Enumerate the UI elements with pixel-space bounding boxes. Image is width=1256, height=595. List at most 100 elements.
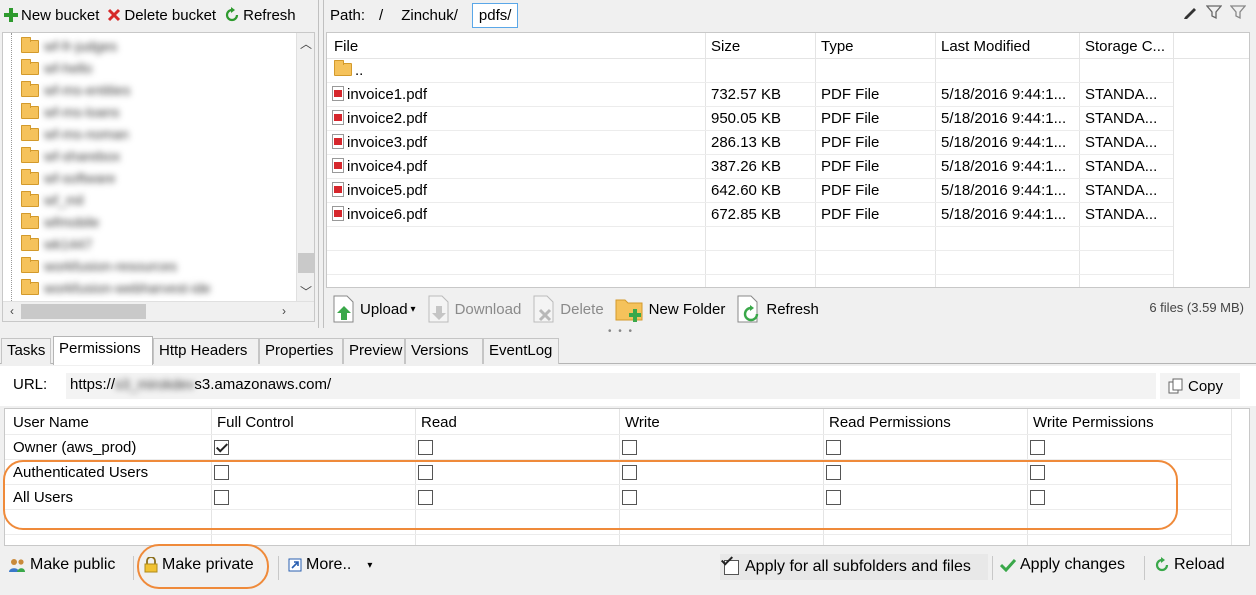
tree-item[interactable]: wf-ms-loans [21,101,119,123]
tree-item[interactable]: wf-ms-noman [21,123,129,145]
tab-tasks[interactable]: Tasks [1,338,51,364]
file-name-cell: invoice1.pdf [332,86,427,103]
refresh-buckets-button[interactable]: Refresh [220,2,300,28]
scroll-thumb-horizontal[interactable] [21,304,146,319]
file-name: invoice1.pdf [347,86,428,103]
permissions-grid[interactable]: User Name Full Control Read Write Read P… [4,408,1250,546]
path-root[interactable]: / [375,4,387,27]
path-segment-zinchuk[interactable]: Zinchuk/ [397,4,462,27]
checkbox-read-permissions[interactable] [826,440,841,455]
tree-item[interactable]: wf-fr-judges [21,35,117,57]
vertical-splitter[interactable] [318,0,324,328]
scroll-right-icon[interactable]: › [275,304,293,318]
folder-icon [21,256,39,273]
plus-icon [4,8,18,22]
folder-icon [21,146,39,163]
filter-icon[interactable] [1206,4,1222,20]
file-row[interactable]: invoice5.pdf 642.60 KB PDF File 5/18/2016 9… [327,179,1173,203]
folder-icon [334,60,352,76]
url-field[interactable]: https://s3_mirokdevs3.amazonaws.com/ [66,373,1156,399]
column-header-size[interactable]: Size [711,38,740,55]
tree-item[interactable]: wf-ms-entities [21,79,130,101]
file-row[interactable]: invoice1.pdf 732.57 KB PDF File 5/18/2016 9… [327,83,1173,107]
refresh-files-button[interactable]: Refresh [730,292,824,326]
copy-url-button[interactable]: Copy [1160,373,1240,399]
tab-permissions[interactable]: Permissions [53,336,153,365]
file-row[interactable]: invoice4.pdf 387.26 KB PDF File 5/18/2016 9… [327,155,1173,179]
filter-settings-icon[interactable] [1230,4,1246,20]
file-list[interactable]: File Size Type Last Modified Storage C..… [326,32,1250,288]
column-header-storage-class[interactable]: Storage C... [1085,38,1165,55]
file-row[interactable]: invoice2.pdf 950.05 KB PDF File 5/18/2016 9… [327,107,1173,131]
tree-vertical-scrollbar[interactable]: ︿ ﹀ [296,33,314,301]
more-button[interactable]: More.. ▾ [288,556,372,574]
file-storage-class: STANDA... [1085,134,1158,151]
tab-properties[interactable]: Properties [259,338,343,364]
edit-pencil-icon[interactable] [1182,4,1198,20]
tab-eventlog[interactable]: EventLog [483,338,559,364]
checkbox-write[interactable] [622,465,637,480]
perm-header-write-permissions: Write Permissions [1033,414,1154,431]
tree-item[interactable]: wk1447 [21,233,92,255]
tab-versions[interactable]: Versions [405,338,483,364]
file-row[interactable]: invoice3.pdf 286.13 KB PDF File 5/18/2016 9… [327,131,1173,155]
new-bucket-button[interactable]: New bucket [0,2,103,28]
new-folder-button[interactable]: New Folder [609,292,731,326]
scroll-left-icon[interactable]: ‹ [3,304,21,318]
checkbox-read[interactable] [418,490,433,505]
tree-item-label: wf-ms-entities [44,82,131,98]
file-storage-class: STANDA... [1085,158,1158,175]
download-button[interactable]: Download [421,292,527,326]
checkbox-read-permissions[interactable] [826,490,841,505]
column-header-file[interactable]: File [334,38,358,55]
checkbox-write-permissions[interactable] [1030,490,1045,505]
tree-item[interactable]: workfusion-resources [21,255,177,277]
tree-item[interactable]: wf-software [21,167,116,189]
checkbox-read-permissions[interactable] [826,465,841,480]
file-row[interactable]: invoice6.pdf 672.85 KB PDF File 5/18/2016 9… [327,203,1173,227]
checkbox-write-permissions[interactable] [1030,465,1045,480]
checkbox-read[interactable] [418,440,433,455]
tree-item[interactable]: wfmobile [21,211,99,233]
upload-button[interactable]: Upload ▾ [326,292,421,326]
make-public-button[interactable]: Make public [8,556,115,574]
checkbox-full-control[interactable] [214,490,229,505]
column-divider [1173,33,1174,287]
tree-item[interactable]: wf-sharebox [21,145,120,167]
parent-folder-cell: .. [334,60,363,79]
scroll-down-icon[interactable]: ﹀ [297,283,314,300]
detail-tabs: Tasks Permissions Http Headers Properties Pr… [0,336,1256,365]
more-dropdown-icon[interactable]: ▾ [367,560,372,571]
checkbox-write-permissions[interactable] [1030,440,1045,455]
folder-icon [21,234,39,251]
tree-horizontal-scrollbar[interactable]: ‹ › [3,301,314,321]
checkbox-write[interactable] [622,490,637,505]
checkbox-write[interactable] [622,440,637,455]
checkbox-full-control[interactable] [214,440,229,455]
scroll-thumb[interactable] [298,253,314,273]
scroll-up-icon[interactable]: ︿ [297,35,314,52]
parent-folder-row[interactable]: .. [327,59,1173,83]
delete-bucket-button[interactable]: Delete bucket [103,2,220,28]
tree-item[interactable]: wf_mil [21,189,84,211]
column-header-type[interactable]: Type [821,38,854,55]
path-segment-pdfs[interactable]: pdfs/ [471,2,519,28]
apply-changes-button[interactable]: Apply changes [1000,556,1125,574]
reload-button[interactable]: Reload [1154,556,1225,574]
apply-all-option[interactable]: Apply for all subfolders and files [720,554,988,580]
checkbox-read[interactable] [418,465,433,480]
make-private-button[interactable]: Make private [144,556,254,574]
tab-http-headers[interactable]: Http Headers [153,338,259,364]
bucket-tree[interactable]: wf-fr-judges wf-hello wf-ms-entities wf-ms-… [2,32,315,322]
tree-item[interactable]: workfusion-webharvest-ide [21,277,211,299]
upload-dropdown-icon[interactable]: ▾ [411,304,416,315]
column-header-last-modified[interactable]: Last Modified [941,38,1030,55]
tree-item[interactable]: wf-hello [21,57,92,79]
apply-all-checkbox[interactable] [724,559,739,575]
tree-item-label: wk1447 [44,236,93,252]
checkbox-full-control[interactable] [214,465,229,480]
permission-user-name: All Users [13,489,74,506]
empty-row [327,251,1173,275]
tab-preview[interactable]: Preview [343,338,405,364]
delete-file-button[interactable]: Delete [526,292,608,326]
